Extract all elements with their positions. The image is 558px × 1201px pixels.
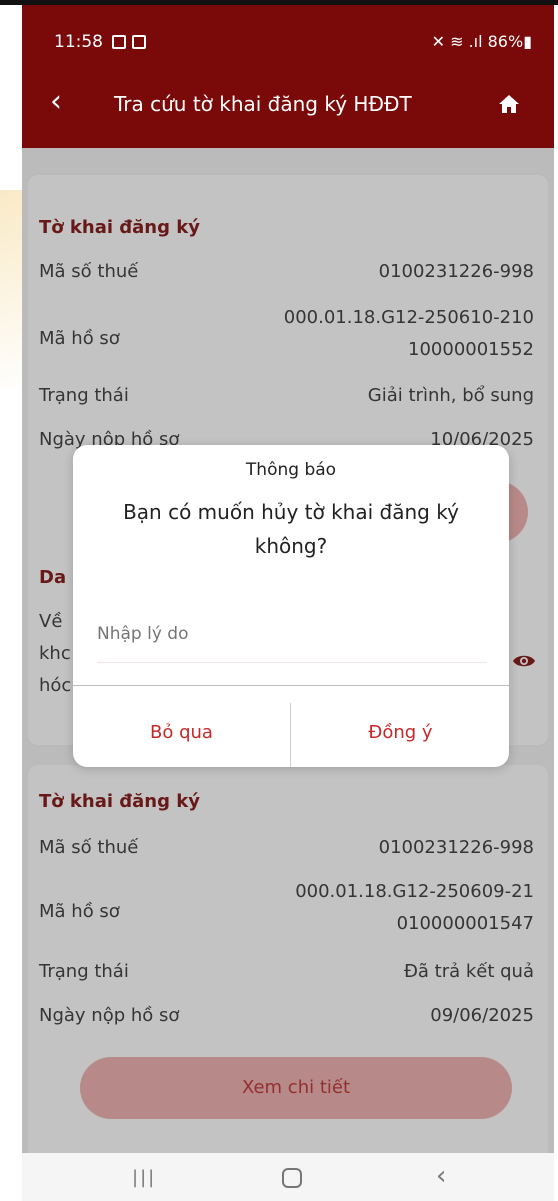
confirm-button[interactable]: Đồng ý [292,702,509,762]
frame-margin [0,5,22,1201]
mute-icon: ✕ ≋ .ıl [431,32,488,51]
system-nav-bar: ||| ‹ [22,1153,554,1201]
dialog-title: Thông báo [245,460,337,480]
page-title: Tra cứu tờ khai đăng ký HĐĐT [114,92,412,116]
back-icon[interactable]: ‹ [50,87,62,117]
check-notification-icon [132,35,146,49]
battery-percent: 86% [487,32,524,51]
dialog-message: Bạn có muốn hủy tờ khai đăng ký không? [123,500,459,558]
status-bar: 11:58 ✕ ≋ .ıl 86%▮ [22,5,554,75]
home-button-icon[interactable] [282,1168,302,1188]
dialog-divider [73,685,509,686]
cancel-dialog: Thông báo Bạn có muốn hủy tờ khai đăng k… [73,445,509,767]
status-time: 11:58 [54,32,103,52]
back-nav-icon[interactable]: ‹ [436,1161,446,1191]
reason-input[interactable] [97,605,487,663]
phone-screen: 11:58 ✕ ≋ .ıl 86%▮ ‹ Tra cứu tờ khai đăn… [22,5,554,1201]
app-header: 11:58 ✕ ≋ .ıl 86%▮ ‹ Tra cứu tờ khai đăn… [22,5,554,148]
battery-indicator: ✕ ≋ .ıl 86%▮ [432,32,532,51]
frame-margin [554,5,558,1201]
battery-icon: ▮ [523,32,532,51]
recent-apps-icon[interactable]: ||| [132,1167,156,1188]
home-icon[interactable] [497,93,521,115]
gallery-notification-icon [112,35,126,49]
dialog-button-divider [290,703,291,767]
cancel-button[interactable]: Bỏ qua [73,702,290,762]
